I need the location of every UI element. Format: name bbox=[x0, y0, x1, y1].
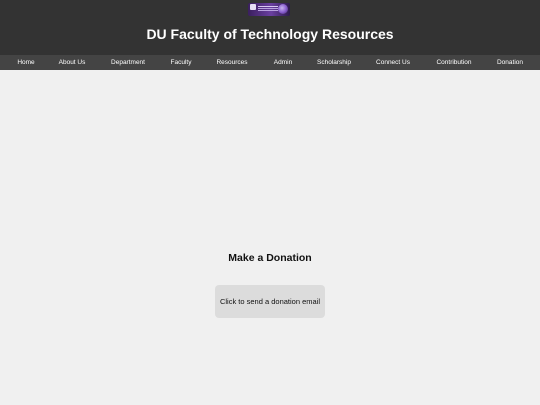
nav-item-faculty[interactable]: Faculty bbox=[171, 55, 192, 70]
nav-item-connect-us[interactable]: Connect Us bbox=[376, 55, 410, 70]
nav-item-contribution[interactable]: Contribution bbox=[436, 55, 471, 70]
nav-item-scholarship[interactable]: Scholarship bbox=[317, 55, 351, 70]
main-nav: Home About Us Department Faculty Resourc… bbox=[0, 55, 540, 70]
nav-item-home[interactable]: Home bbox=[17, 55, 34, 70]
logo-wordmark bbox=[258, 6, 278, 7]
send-donation-email-button[interactable]: Click to send a donation email bbox=[215, 285, 325, 318]
logo-swirl-icon bbox=[278, 4, 288, 14]
logo-mark-icon bbox=[250, 4, 256, 10]
faculty-logo[interactable] bbox=[248, 3, 290, 16]
donation-heading: Make a Donation bbox=[228, 252, 312, 264]
nav-item-about-us[interactable]: About Us bbox=[59, 55, 86, 70]
nav-item-department[interactable]: Department bbox=[111, 55, 145, 70]
site-title: DU Faculty of Technology Resources bbox=[146, 26, 394, 42]
nav-item-donation[interactable]: Donation bbox=[497, 55, 523, 70]
nav-item-resources[interactable]: Resources bbox=[216, 55, 247, 70]
site-header: DU Faculty of Technology Resources bbox=[0, 0, 540, 55]
nav-item-admin[interactable]: Admin bbox=[274, 55, 292, 70]
